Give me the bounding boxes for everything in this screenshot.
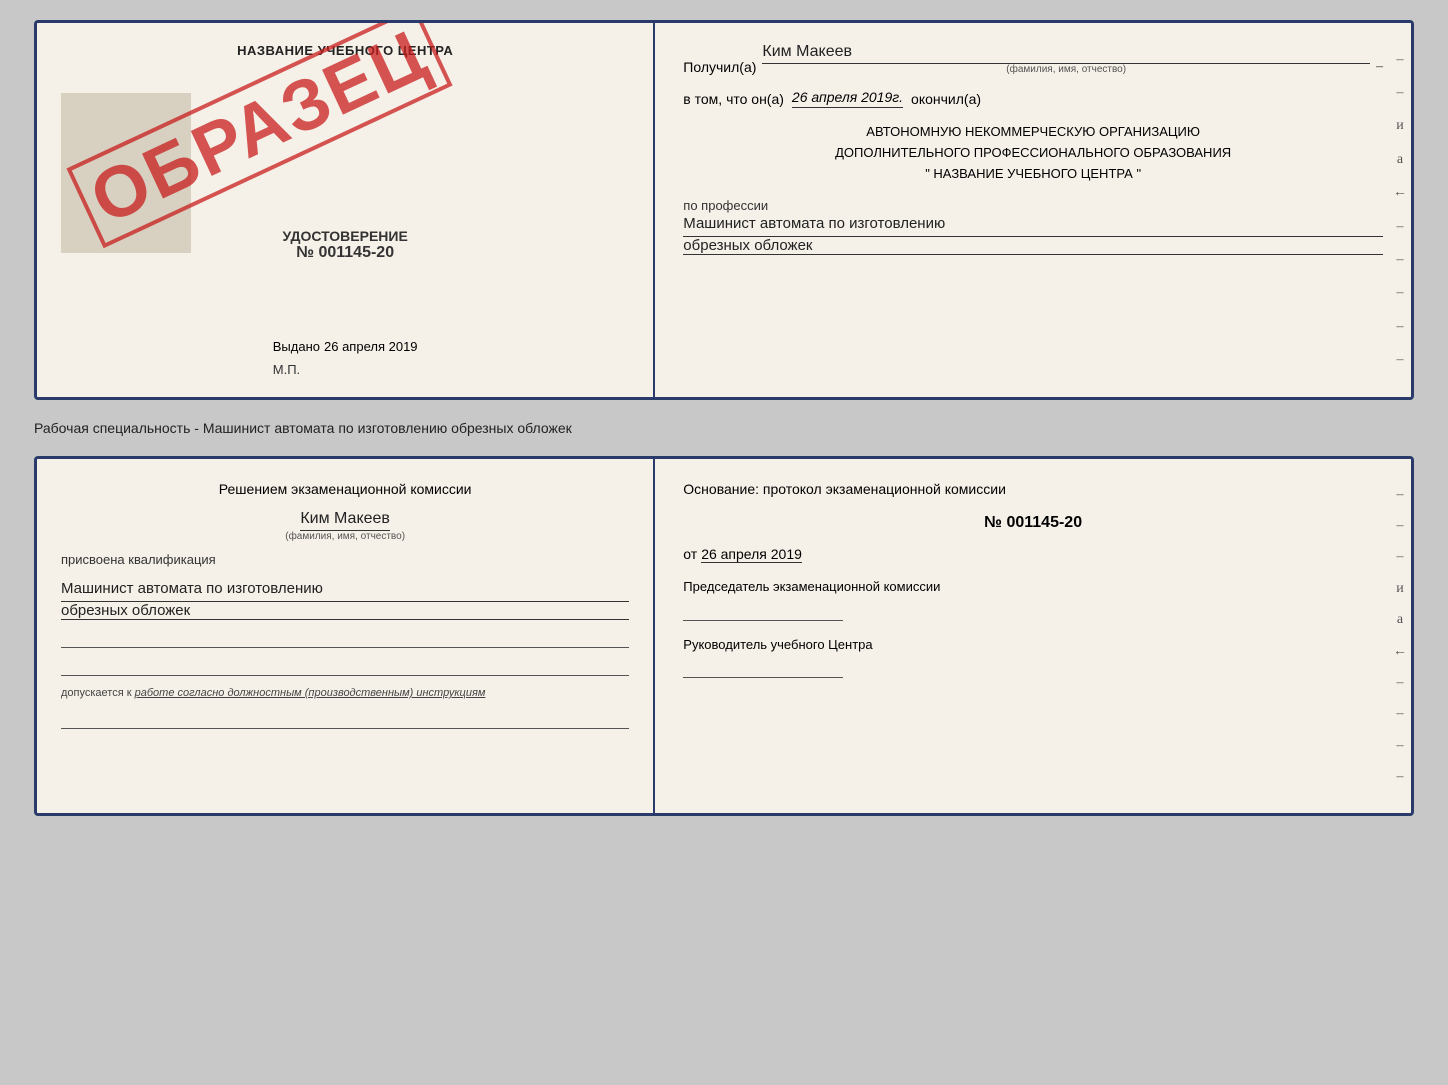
director-signature-line xyxy=(683,660,843,678)
right-dashes-bottom: – – – и а ← – – – – xyxy=(1389,459,1411,813)
blank-line-2 xyxy=(61,658,629,676)
dash-right-top: – xyxy=(1376,59,1383,75)
chairman-block: Председатель экзаменационной комиссии xyxy=(683,577,1383,621)
org-line1: АВТОНОМНУЮ НЕКОММЕРЧЕСКУЮ ОРГАНИЗАЦИЮ xyxy=(683,122,1383,143)
director-label: Руководитель учебного Центра xyxy=(683,635,1383,655)
protocol-date-prefix: от xyxy=(683,546,697,562)
commission-header-text: Решением экзаменационной комиссии xyxy=(219,481,472,497)
director-block: Руководитель учебного Центра xyxy=(683,635,1383,679)
qualification-block: Машинист автомата по изготовлению обрезн… xyxy=(61,577,629,620)
cert-number: № 001145-20 xyxy=(282,244,407,262)
admission-italic: работе согласно должностным (производств… xyxy=(135,687,486,699)
basis-label: Основание: протокол экзаменационной коми… xyxy=(683,479,1383,500)
chairman-label: Председатель экзаменационной комиссии xyxy=(683,577,1383,597)
document-container: НАЗВАНИЕ УЧЕБНОГО ЦЕНТРА ОБРАЗЕЦ УДОСТОВ… xyxy=(34,20,1414,816)
protocol-number: № 001145-20 xyxy=(683,514,1383,532)
school-name-top: НАЗВАНИЕ УЧЕБНОГО ЦЕНТРА xyxy=(237,43,453,58)
commission-name: Ким Макеев xyxy=(300,510,390,531)
blank-line-3 xyxy=(61,711,629,729)
qualification-line1: Машинист автомата по изготовлению xyxy=(61,577,629,602)
date-row: в том, что он(а) 26 апреля 2019г. окончи… xyxy=(683,89,1383,108)
issued-date: 26 апреля 2019 xyxy=(324,339,418,354)
profession-label: по профессии xyxy=(683,198,1383,213)
top-doc-right: Получил(а) Ким Макеев (фамилия, имя, отч… xyxy=(655,23,1411,397)
org-block: АВТОНОМНУЮ НЕКОММЕРЧЕСКУЮ ОРГАНИЗАЦИЮ ДО… xyxy=(683,122,1383,184)
fio-hint-top: (фамилия, имя, отчество) xyxy=(762,64,1370,75)
certificate-photo-placeholder xyxy=(61,93,191,253)
issued-block: Выдано 26 апреля 2019 М.П. xyxy=(273,329,418,377)
admission-text: допускается к работе согласно должностны… xyxy=(61,686,629,701)
top-document: НАЗВАНИЕ УЧЕБНОГО ЦЕНТРА ОБРАЗЕЦ УДОСТОВ… xyxy=(34,20,1414,400)
top-doc-left: НАЗВАНИЕ УЧЕБНОГО ЦЕНТРА ОБРАЗЕЦ УДОСТОВ… xyxy=(37,23,655,397)
right-dashes-top: – – и а ← – – – – – xyxy=(1389,23,1411,397)
chairman-signature-line xyxy=(683,603,843,621)
date-intro: в том, что он(а) xyxy=(683,91,784,107)
date-suffix: окончил(а) xyxy=(911,91,981,107)
commission-header: Решением экзаменационной комиссии xyxy=(61,479,629,500)
received-label: Получил(а) xyxy=(683,59,756,75)
qualification-label: присвоена квалификация xyxy=(61,552,629,567)
subtitle-bar: Рабочая специальность - Машинист автомат… xyxy=(34,416,1414,440)
profession-value-line1: Машинист автомата по изготовлению xyxy=(683,213,1383,237)
cert-label: УДОСТОВЕРЕНИЕ xyxy=(282,228,407,244)
bottom-doc-right: Основание: протокол экзаменационной коми… xyxy=(655,459,1411,813)
recipient-name: Ким Макеев xyxy=(762,43,1370,64)
received-row: Получил(а) Ким Макеев (фамилия, имя, отч… xyxy=(683,43,1383,75)
profession-block: по профессии Машинист автомата по изгото… xyxy=(683,198,1383,255)
issued-label: Выдано xyxy=(273,339,320,354)
profession-value-line2: обрезных обложек xyxy=(683,237,1383,255)
issued-row: Выдано 26 апреля 2019 xyxy=(273,339,418,354)
protocol-date: 26 апреля 2019 xyxy=(701,546,802,563)
blank-line-1 xyxy=(61,630,629,648)
bottom-document: Решением экзаменационной комиссии Ким Ма… xyxy=(34,456,1414,816)
mp-line: М.П. xyxy=(273,362,418,377)
qualification-line2: обрезных обложек xyxy=(61,602,629,620)
org-line2: ДОПОЛНИТЕЛЬНОГО ПРОФЕССИОНАЛЬНОГО ОБРАЗО… xyxy=(683,143,1383,164)
fio-hint-bottom: (фамилия, имя, отчество) xyxy=(285,531,405,542)
admission-label: допускается к xyxy=(61,687,132,699)
protocol-date-row: от 26 апреля 2019 xyxy=(683,546,1383,563)
org-name-line: " НАЗВАНИЕ УЧЕБНОГО ЦЕНТРА " xyxy=(683,164,1383,185)
bottom-doc-left: Решением экзаменационной комиссии Ким Ма… xyxy=(37,459,655,813)
date-value: 26 апреля 2019г. xyxy=(792,89,903,108)
